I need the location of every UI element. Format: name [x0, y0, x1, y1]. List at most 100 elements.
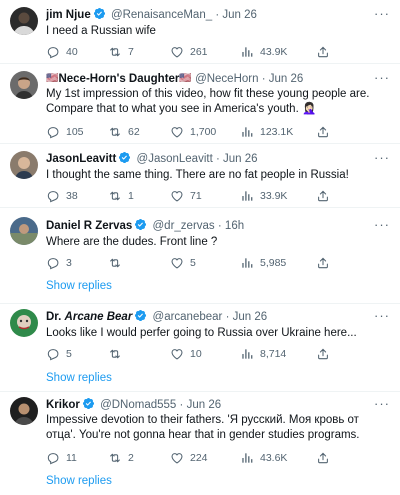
avatar[interactable]: [10, 397, 38, 425]
tweet-text: I need a Russian wife: [46, 25, 156, 37]
views-button[interactable]: 123.1K: [240, 124, 293, 140]
like-count: 10: [190, 348, 202, 360]
timestamp[interactable]: Jun 26: [233, 311, 268, 323]
avatar[interactable]: [10, 217, 38, 245]
views-button[interactable]: 5,985: [240, 255, 286, 271]
reply-feed: jim Njue @RenaisanceMan_ · Jun 26 ··· I …: [0, 0, 400, 495]
like-button[interactable]: 71: [170, 188, 202, 204]
user-handle[interactable]: @RenaisanceMan_: [111, 9, 212, 21]
user-handle[interactable]: @JasonLeavitt: [137, 153, 213, 165]
retweet-button[interactable]: 1: [108, 188, 134, 204]
timestamp[interactable]: 16h: [225, 220, 244, 232]
timestamp[interactable]: Jun 26: [269, 73, 304, 85]
share-button[interactable]: [316, 255, 330, 271]
retweet-icon: [108, 451, 122, 465]
reply-button[interactable]: 3: [46, 255, 72, 271]
views-button[interactable]: 43.6K: [240, 450, 287, 466]
tweet[interactable]: jim Njue @RenaisanceMan_ · Jun 26 ··· I …: [0, 0, 400, 64]
view-count: 5,985: [260, 257, 287, 269]
more-icon[interactable]: ···: [374, 308, 390, 323]
reply-icon: [46, 347, 60, 361]
tweet[interactable]: JasonLeavitt @JasonLeavitt · Jun 26 ··· …: [0, 144, 400, 208]
reply-button[interactable]: 38: [46, 188, 78, 204]
retweet-count: 62: [128, 126, 140, 138]
reply-button[interactable]: 5: [46, 346, 72, 362]
views-button[interactable]: 43.9K: [240, 44, 287, 60]
display-name[interactable]: JasonLeavitt: [46, 153, 116, 165]
avatar[interactable]: [10, 309, 38, 337]
display-name[interactable]: jim Njue: [46, 9, 91, 21]
reply-count: 5: [66, 348, 72, 360]
tweet[interactable]: Daniel R Zervas @dr_zervas · 16h ··· Whe…: [0, 208, 400, 304]
show-replies-link[interactable]: Show replies: [46, 280, 112, 292]
display-name-italic: Arcane Bear: [64, 311, 133, 323]
reply-button[interactable]: 40: [46, 44, 78, 60]
like-button[interactable]: 1,700: [170, 124, 216, 140]
view-count: 43.9K: [260, 46, 288, 58]
share-icon: [316, 256, 330, 270]
user-handle[interactable]: @NeceHorn: [195, 73, 258, 85]
views-icon: [240, 256, 254, 270]
share-icon: [316, 347, 330, 361]
retweet-count: 2: [128, 452, 134, 464]
timestamp[interactable]: Jun 26: [187, 399, 222, 411]
more-icon[interactable]: ···: [374, 70, 390, 85]
tweet-header: Daniel R Zervas @dr_zervas · 16h: [46, 218, 372, 234]
share-button[interactable]: [316, 450, 330, 466]
retweet-button[interactable]: 62: [108, 124, 140, 140]
share-icon: [316, 451, 330, 465]
share-button[interactable]: [316, 44, 330, 60]
views-icon: [240, 189, 254, 203]
retweet-icon: [108, 347, 122, 361]
views-button[interactable]: 8,714: [240, 346, 286, 362]
like-button[interactable]: 261: [170, 44, 208, 60]
user-handle[interactable]: @arcanebear: [153, 311, 223, 323]
user-handle[interactable]: @DNomad555: [100, 399, 176, 411]
avatar[interactable]: [10, 7, 38, 35]
show-replies-link[interactable]: Show replies: [46, 372, 112, 384]
display-name[interactable]: Nece-Horn's Daughter: [58, 73, 179, 85]
reply-button[interactable]: 105: [46, 124, 84, 140]
more-icon[interactable]: ···: [374, 150, 390, 165]
share-button[interactable]: [316, 188, 330, 204]
share-button[interactable]: [316, 346, 330, 362]
user-handle[interactable]: @dr_zervas: [153, 220, 215, 232]
reply-icon: [46, 125, 60, 139]
action-bar: 105 62 1,700 123.1K: [40, 124, 360, 140]
avatar[interactable]: [10, 71, 38, 99]
tweet[interactable]: 🇺🇸Nece-Horn's Daughter🇺🇸 @NeceHorn · Jun…: [0, 64, 400, 144]
more-icon[interactable]: ···: [374, 6, 390, 21]
tweet[interactable]: Dr. Arcane Bear @arcanebear · Jun 26 ···…: [0, 304, 400, 392]
reply-count: 3: [66, 257, 72, 269]
more-icon[interactable]: ···: [374, 217, 390, 232]
separator: ·: [215, 9, 220, 21]
retweet-button[interactable]: [108, 255, 128, 271]
reply-icon: [46, 256, 60, 270]
like-button[interactable]: 5: [170, 255, 196, 271]
share-button[interactable]: [316, 124, 330, 140]
avatar[interactable]: [10, 151, 38, 179]
reply-button[interactable]: 11: [46, 450, 77, 466]
reply-icon: [46, 451, 60, 465]
action-bar: 40 7 261 43.9K: [40, 44, 360, 60]
display-name[interactable]: Krikor: [46, 399, 80, 411]
timestamp[interactable]: Jun 26: [222, 9, 257, 21]
show-replies-link[interactable]: Show replies: [46, 475, 112, 487]
verified-badge-icon: [118, 151, 131, 164]
views-button[interactable]: 33.9K: [240, 188, 287, 204]
views-icon: [240, 125, 254, 139]
like-button[interactable]: 224: [170, 450, 208, 466]
retweet-button[interactable]: [108, 346, 128, 362]
display-name[interactable]: Daniel R Zervas: [46, 220, 132, 232]
display-name[interactable]: Dr. Arcane Bear: [46, 311, 132, 323]
views-icon: [240, 451, 254, 465]
more-icon[interactable]: ···: [374, 396, 390, 411]
tweet[interactable]: Krikor @DNomad555 · Jun 26 ··· Impessive…: [0, 392, 400, 495]
timestamp[interactable]: Jun 26: [223, 153, 258, 165]
retweet-icon: [108, 256, 122, 270]
retweet-button[interactable]: 7: [108, 44, 134, 60]
view-count: 123.1K: [260, 126, 294, 138]
retweet-button[interactable]: 2: [108, 450, 134, 466]
like-count: 224: [190, 452, 208, 464]
like-button[interactable]: 10: [170, 346, 202, 362]
